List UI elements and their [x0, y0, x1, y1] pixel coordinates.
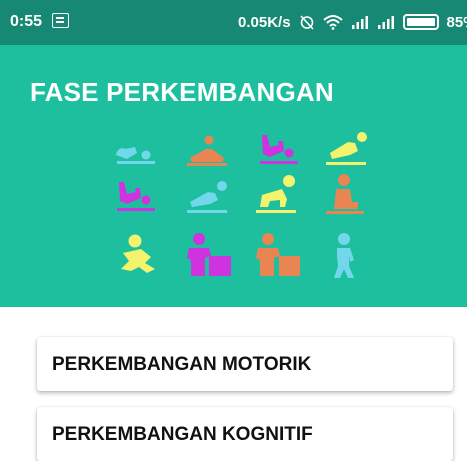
menu-item-label: PERKEMBANGAN MOTORIK — [52, 354, 312, 375]
wifi-icon — [322, 14, 343, 30]
signal-icon — [377, 14, 395, 30]
battery-percent: 85% — [446, 13, 467, 31]
status-bar: 0:55 0.05K/s 85% — [0, 0, 467, 45]
network-speed: 0.05K/s — [238, 13, 291, 31]
alarm-off-icon — [299, 14, 315, 30]
stage-3-baby-kicking-icon[interactable] — [256, 131, 302, 169]
menu-item-label: PERKEMBANGAN KOGNITIF — [52, 424, 313, 445]
signal-icon — [351, 14, 369, 30]
stage-9-baby-crawling-icon[interactable] — [115, 233, 161, 279]
menu-item-motorik[interactable]: PERKEMBANGAN MOTORIK — [37, 337, 453, 391]
stage-6-baby-tummy-icon[interactable] — [184, 178, 230, 216]
stage-2-baby-lying-icon[interactable] — [184, 133, 230, 169]
stage-10-child-standing-box-icon[interactable] — [183, 232, 233, 280]
status-time: 0:55 — [10, 13, 43, 30]
status-indicators: 0.05K/s 85% — [238, 12, 467, 32]
menu-item-kognitif[interactable]: PERKEMBANGAN KOGNITIF — [37, 407, 453, 461]
stage-11-child-standing-box-icon[interactable] — [252, 232, 302, 280]
page-title: FASE PERKEMBANGAN — [30, 77, 334, 107]
battery-icon — [402, 14, 439, 30]
notification-icon — [52, 13, 69, 28]
stage-4-baby-tummy-icon[interactable] — [322, 129, 370, 169]
stage-8-baby-sitting-icon[interactable] — [322, 172, 368, 218]
stage-12-child-walking-icon[interactable] — [324, 232, 364, 280]
stage-7-baby-crawling-icon[interactable] — [252, 173, 300, 217]
stage-1-baby-lying-icon[interactable] — [113, 133, 159, 169]
stage-5-baby-kicking-icon[interactable] — [113, 176, 159, 216]
